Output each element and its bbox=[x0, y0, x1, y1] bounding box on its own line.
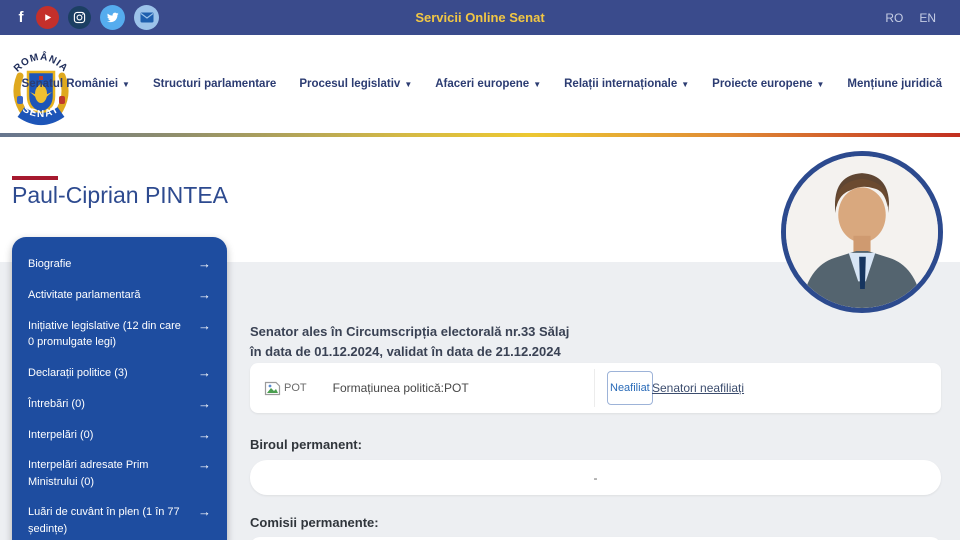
arrow-right-icon: → bbox=[198, 395, 211, 411]
mandate-statement: Senator ales în Circumscripția electoral… bbox=[250, 322, 569, 362]
nav-item-structuri-parlamentare[interactable]: Structuri parlamentare bbox=[153, 78, 276, 90]
sidebar-item-activitate-parlamentara[interactable]: Activitate parlamentară → bbox=[12, 280, 227, 311]
main-nav: Senatul României ▼ Structuri parlamentare… bbox=[0, 35, 942, 133]
mandate-line-1: Senator ales în Circumscripția electoral… bbox=[250, 324, 570, 339]
arrow-right-icon: → bbox=[198, 317, 211, 333]
affiliation-badge: Neafiliat bbox=[607, 371, 653, 405]
bureau-card: - bbox=[250, 460, 941, 495]
arrow-right-icon: → bbox=[198, 457, 211, 473]
mandate-line-2: în data de 01.12.2024, validat în data d… bbox=[250, 344, 561, 360]
nav-item-relatii-internationale[interactable]: Relații internaționale ▼ bbox=[564, 78, 689, 90]
profile-sidebar: Biografie → Activitate parlamentară → Iniț… bbox=[12, 237, 227, 540]
chevron-down-icon: ▼ bbox=[816, 79, 825, 89]
chevron-down-icon: ▼ bbox=[533, 79, 542, 89]
sidebar-item-luari-de-cuvant[interactable]: Luări de cuvânt în plen (1 în 77 ședințe… bbox=[12, 497, 227, 540]
nav-item-afaceri-europene[interactable]: Afaceri europene ▼ bbox=[435, 78, 541, 90]
sidebar-item-interpelari-prim-ministru[interactable]: Interpelări adresate Prim Ministrului (0… bbox=[12, 450, 227, 497]
sidebar-item-interpelari[interactable]: Interpelări (0) → bbox=[12, 420, 227, 451]
lang-ro[interactable]: RO bbox=[885, 11, 903, 25]
sidebar-item-declaratii-politice[interactable]: Declarații politice (3) → bbox=[12, 358, 227, 389]
arrow-right-icon: → bbox=[198, 426, 211, 442]
senate-profile-page: f Servicii Online Senat RO EN ROMÂNIA SE… bbox=[0, 0, 960, 540]
broken-image-icon bbox=[264, 381, 281, 395]
page-title: Paul-Ciprian PINTEA bbox=[12, 182, 229, 208]
nav-item-senatul-romaniei[interactable]: Senatul României ▼ bbox=[22, 78, 130, 90]
arrow-right-icon: → bbox=[198, 256, 211, 271]
language-switcher: RO EN bbox=[885, 0, 936, 35]
sidebar-item-biografie[interactable]: Biografie → bbox=[12, 249, 227, 280]
committees-heading: Comisii permanente: bbox=[250, 515, 379, 530]
chevron-down-icon: ▼ bbox=[122, 79, 130, 89]
senators-group-link[interactable]: Senatori neafiliați bbox=[652, 363, 744, 413]
party-info: POT Formațiunea politică:POT bbox=[264, 363, 469, 413]
lang-en[interactable]: EN bbox=[919, 11, 936, 25]
party-label: Formațiunea politică:POT bbox=[332, 381, 469, 395]
arrow-right-icon: → bbox=[198, 364, 211, 380]
bureau-heading: Biroul permanent: bbox=[250, 437, 362, 452]
senator-portrait bbox=[781, 151, 943, 313]
card-divider bbox=[594, 369, 595, 407]
online-services-link[interactable]: Servicii Online Senat bbox=[0, 0, 960, 35]
arrow-right-icon: → bbox=[198, 504, 211, 520]
nav-item-mentiune-juridica[interactable]: Mențiune juridică bbox=[847, 78, 942, 90]
site-header: ROMÂNIA SENAT Senatul României ▼ Structur… bbox=[0, 35, 960, 133]
nav-item-procesul-legislativ[interactable]: Procesul legislativ ▼ bbox=[299, 78, 412, 90]
top-bar: f Servicii Online Senat RO EN bbox=[0, 0, 960, 35]
title-accent-line bbox=[12, 176, 58, 180]
chevron-down-icon: ▼ bbox=[681, 79, 690, 89]
chevron-down-icon: ▼ bbox=[404, 79, 413, 89]
sidebar-item-intrebari[interactable]: Întrebări (0) → bbox=[12, 389, 227, 420]
sidebar-item-initiative-legislative[interactable]: Inițiative legislative (12 din care 0 pr… bbox=[12, 311, 227, 358]
party-image-alt: POT bbox=[284, 382, 307, 394]
arrow-right-icon: → bbox=[198, 286, 211, 302]
nav-item-proiecte-europene[interactable]: Proiecte europene ▼ bbox=[712, 78, 824, 90]
party-card: POT Formațiunea politică:POT Neafiliat S… bbox=[250, 363, 941, 413]
